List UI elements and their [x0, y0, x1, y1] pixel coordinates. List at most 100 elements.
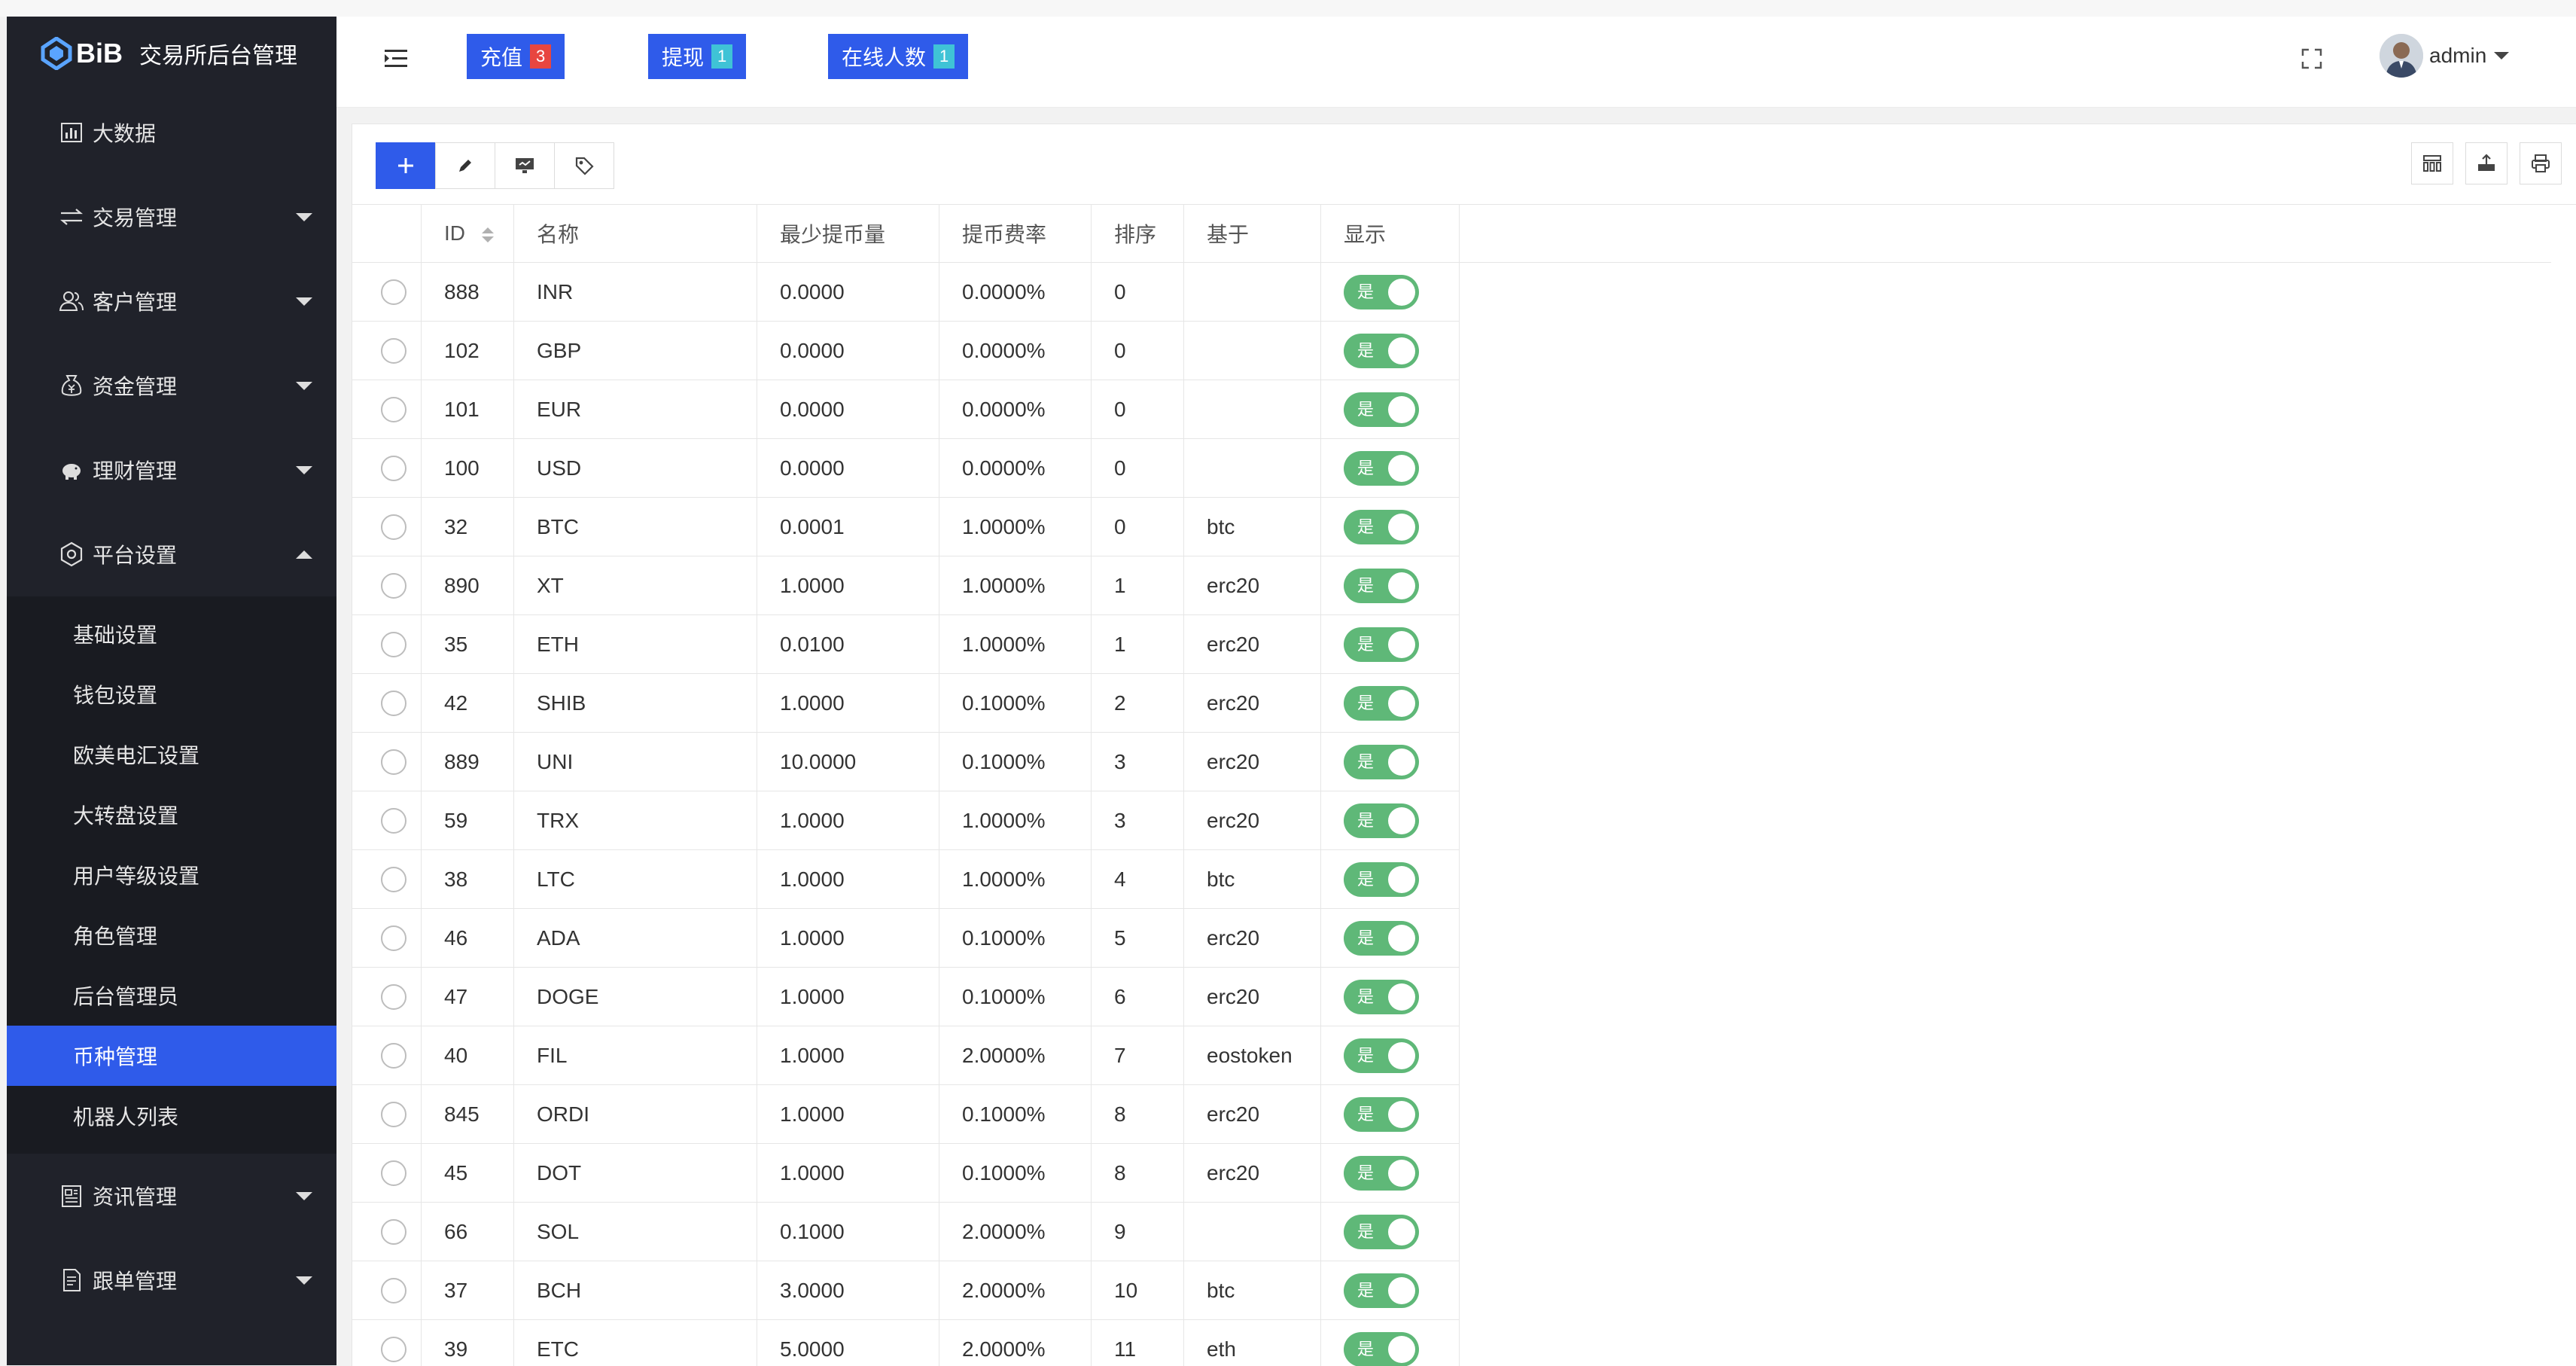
edit-button[interactable] — [435, 142, 495, 189]
row-select-radio[interactable] — [381, 514, 406, 540]
table-row[interactable]: 39ETC5.00002.0000%11eth是 — [352, 1320, 2551, 1366]
display-toggle[interactable]: 是 — [1344, 862, 1419, 897]
columns-button[interactable] — [2411, 142, 2453, 184]
row-select-radio[interactable] — [381, 1102, 406, 1127]
submenu-item-0[interactable]: 基础设置 — [7, 604, 336, 664]
row-select-radio[interactable] — [381, 338, 406, 364]
cell-based-on: erc20 — [1184, 615, 1321, 674]
display-toggle[interactable]: 是 — [1344, 1156, 1419, 1191]
table-row[interactable]: 38LTC1.00001.0000%4btc是 — [352, 850, 2551, 909]
row-select-radio[interactable] — [381, 573, 406, 599]
row-select-radio[interactable] — [381, 808, 406, 834]
sidebar-toggle-icon[interactable] — [382, 44, 412, 74]
display-toggle[interactable]: 是 — [1344, 745, 1419, 779]
cell-sort: 0 — [1092, 380, 1184, 439]
sidebar-item-7[interactable]: 跟单管理 — [7, 1238, 336, 1322]
table-row[interactable]: 32BTC0.00011.0000%0btc是 — [352, 498, 2551, 556]
tag-button[interactable] — [554, 142, 614, 189]
table-row[interactable]: 102GBP0.00000.0000%0是 — [352, 322, 2551, 380]
display-toggle[interactable]: 是 — [1344, 451, 1419, 486]
row-select-radio[interactable] — [381, 749, 406, 775]
withdraw-button[interactable]: 提现 1 — [648, 34, 746, 79]
recharge-button[interactable]: 充值 3 — [467, 34, 565, 79]
submenu-item-5[interactable]: 角色管理 — [7, 905, 336, 965]
logo[interactable]: BiB 交易所后台管理 — [7, 17, 336, 90]
table-row[interactable]: 46ADA1.00000.1000%5erc20是 — [352, 909, 2551, 968]
cell-based-on — [1184, 380, 1321, 439]
table-row[interactable]: 890XT1.00001.0000%1erc20是 — [352, 556, 2551, 615]
sidebar-item-3[interactable]: 资金管理 — [7, 343, 336, 428]
submenu-item-3[interactable]: 大转盘设置 — [7, 785, 336, 845]
row-select-radio[interactable] — [381, 279, 406, 305]
row-select-radio[interactable] — [381, 632, 406, 657]
row-select-radio[interactable] — [381, 397, 406, 422]
submenu-item-7[interactable]: 币种管理 — [7, 1026, 336, 1086]
display-toggle[interactable]: 是 — [1344, 1332, 1419, 1366]
display-toggle[interactable]: 是 — [1344, 1097, 1419, 1132]
table-row[interactable]: 845ORDI1.00000.1000%8erc20是 — [352, 1085, 2551, 1144]
display-toggle[interactable]: 是 — [1344, 1038, 1419, 1073]
sidebar-item-2[interactable]: 客户管理 — [7, 259, 336, 343]
sidebar-item-1[interactable]: 交易管理 — [7, 175, 336, 259]
table-row[interactable]: 100USD0.00000.0000%0是 — [352, 439, 2551, 498]
row-select-radio[interactable] — [381, 1337, 406, 1362]
cell-fee-rate: 2.0000% — [939, 1203, 1092, 1261]
export-data-button[interactable] — [2465, 142, 2507, 184]
table-row[interactable]: 42SHIB1.00000.1000%2erc20是 — [352, 674, 2551, 733]
submenu-item-2[interactable]: 欧美电汇设置 — [7, 724, 336, 785]
display-toggle[interactable]: 是 — [1344, 686, 1419, 721]
column-header-id[interactable]: ID — [422, 205, 514, 263]
sort-icon[interactable] — [482, 227, 494, 242]
print-button[interactable] — [2520, 142, 2562, 184]
table-row[interactable]: 35ETH0.01001.0000%1erc20是 — [352, 615, 2551, 674]
row-select-radio[interactable] — [381, 1160, 406, 1186]
add-button[interactable] — [376, 142, 436, 189]
display-toggle[interactable]: 是 — [1344, 510, 1419, 544]
sidebar-item-5[interactable]: 平台设置 — [7, 512, 336, 596]
fullscreen-icon[interactable] — [2297, 44, 2327, 74]
submenu-item-1[interactable]: 钱包设置 — [7, 664, 336, 724]
row-select-radio[interactable] — [381, 1219, 406, 1245]
user-menu[interactable]: admin — [2380, 33, 2509, 78]
table-row[interactable]: 889UNI10.00000.1000%3erc20是 — [352, 733, 2551, 791]
submenu-item-4[interactable]: 用户等级设置 — [7, 845, 336, 905]
display-toggle[interactable]: 是 — [1344, 803, 1419, 838]
display-toggle[interactable]: 是 — [1344, 569, 1419, 603]
cell-fee-rate: 0.1000% — [939, 674, 1092, 733]
table-row[interactable]: 37BCH3.00002.0000%10btc是 — [352, 1261, 2551, 1320]
display-toggle[interactable]: 是 — [1344, 980, 1419, 1014]
table-row[interactable]: 45DOT1.00000.1000%8erc20是 — [352, 1144, 2551, 1203]
display-toggle[interactable]: 是 — [1344, 334, 1419, 368]
cell-display: 是 — [1321, 439, 1460, 498]
display-toggle[interactable]: 是 — [1344, 1273, 1419, 1308]
table-row[interactable]: 40FIL1.00002.0000%7eostoken是 — [352, 1026, 2551, 1085]
row-select-radio[interactable] — [381, 867, 406, 892]
table-row[interactable]: 66SOL0.10002.0000%9是 — [352, 1203, 2551, 1261]
table-row[interactable]: 101EUR0.00000.0000%0是 — [352, 380, 2551, 439]
row-select-radio[interactable] — [381, 1043, 406, 1069]
table-row[interactable]: 59TRX1.00001.0000%3erc20是 — [352, 791, 2551, 850]
submenu-item-6[interactable]: 后台管理员 — [7, 965, 336, 1026]
cell-id: 102 — [422, 322, 514, 380]
cell-based-on — [1184, 263, 1321, 322]
table-row[interactable]: 888INR0.00000.0000%0是 — [352, 263, 2551, 322]
row-select-radio[interactable] — [381, 456, 406, 481]
cell-name: LTC — [514, 850, 757, 909]
row-select-radio[interactable] — [381, 691, 406, 716]
sidebar-item-0[interactable]: 大数据 — [7, 90, 336, 175]
sidebar-item-6[interactable]: 资讯管理 — [7, 1154, 336, 1238]
table-row[interactable]: 47DOGE1.00000.1000%6erc20是 — [352, 968, 2551, 1026]
online-users-button[interactable]: 在线人数 1 — [828, 34, 968, 79]
display-toggle[interactable]: 是 — [1344, 627, 1419, 662]
display-toggle[interactable]: 是 — [1344, 1215, 1419, 1249]
row-select-radio[interactable] — [381, 984, 406, 1010]
sidebar-item-4[interactable]: 理财管理 — [7, 428, 336, 512]
display-toggle[interactable]: 是 — [1344, 392, 1419, 427]
submenu-item-8[interactable]: 机器人列表 — [7, 1086, 336, 1146]
display-toggle[interactable]: 是 — [1344, 921, 1419, 956]
export-button[interactable] — [495, 142, 555, 189]
row-select-radio[interactable] — [381, 925, 406, 951]
cell-name: UNI — [514, 733, 757, 791]
row-select-radio[interactable] — [381, 1278, 406, 1303]
display-toggle[interactable]: 是 — [1344, 275, 1419, 309]
